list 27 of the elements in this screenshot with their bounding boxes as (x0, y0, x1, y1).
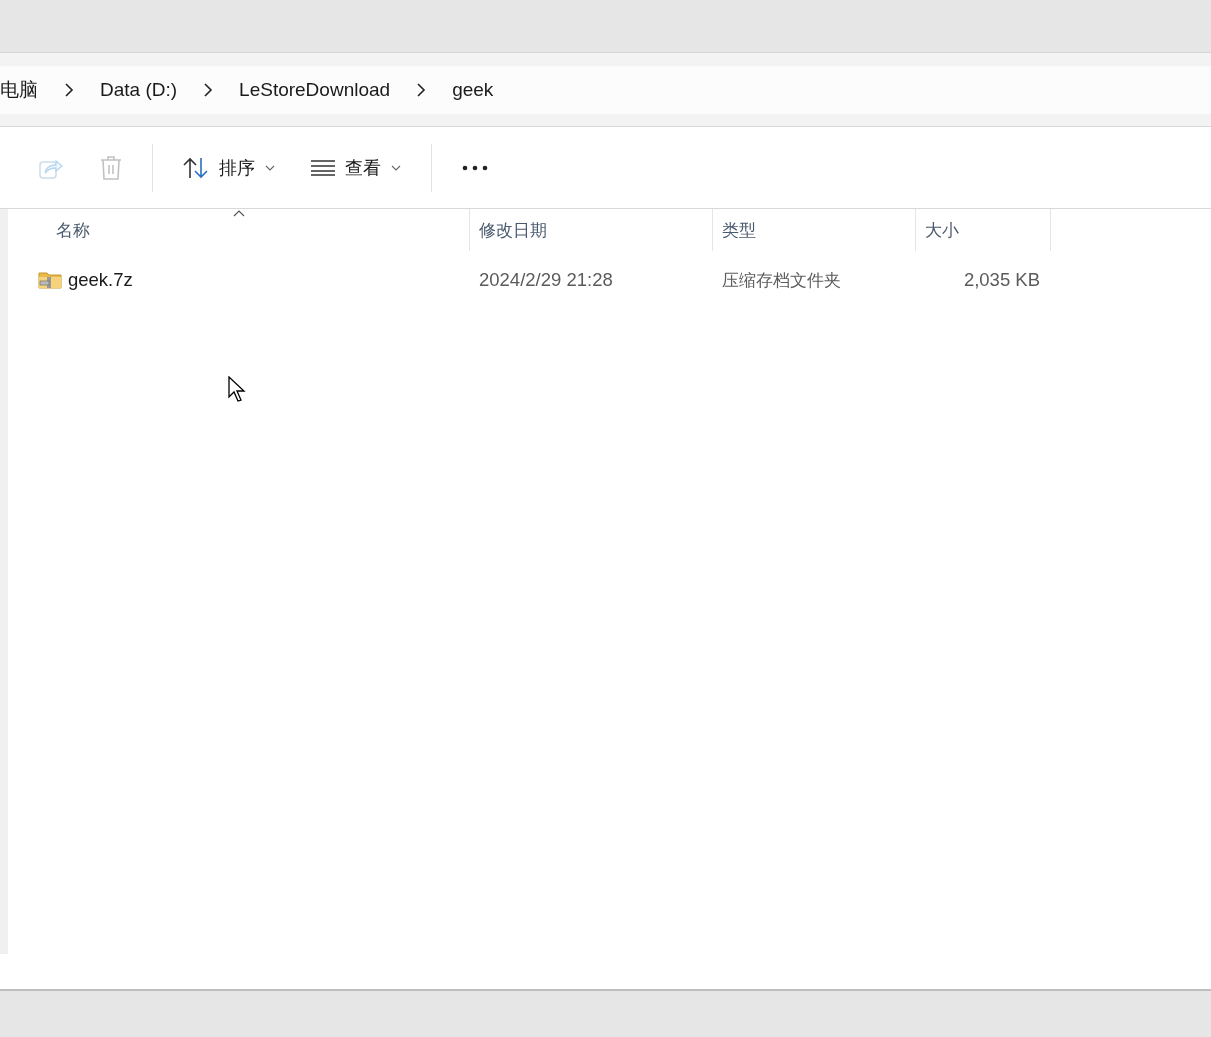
file-row[interactable]: geek.7z 2024/2/29 21:28 压缩存档文件夹 2,035 KB (8, 259, 1211, 301)
caret-icon (391, 164, 401, 171)
breadcrumb-item[interactable]: LeStoreDownload (239, 79, 391, 101)
caret-icon (265, 164, 275, 171)
chevron-right-icon[interactable] (64, 83, 74, 97)
file-type: 压缩存档文件夹 (721, 268, 842, 292)
column-header[interactable]: 名称 (8, 209, 470, 251)
column-header[interactable]: 类型 (713, 209, 916, 251)
sort-caret-icon (232, 209, 245, 217)
view-button[interactable]: 查看 (293, 143, 419, 192)
file-size: 2,035 KB (962, 269, 1041, 291)
breadcrumb-item[interactable]: 电脑 (0, 77, 38, 103)
modified-date: 2024/2/29 21:28 (478, 269, 614, 291)
chevron-right-icon[interactable] (203, 83, 214, 97)
sort-button[interactable]: 排序 (165, 143, 293, 192)
list-lines-icon (311, 159, 335, 176)
sort-arrows-icon (183, 156, 209, 179)
more-icon (462, 164, 488, 171)
trash-icon (100, 154, 122, 181)
column-header[interactable]: 修改日期 (470, 209, 713, 251)
file-name: geek.7z (68, 269, 133, 291)
breadcrumb-item[interactable]: Data (D:) (100, 79, 178, 101)
chevron-right-icon[interactable] (416, 83, 427, 97)
mouse-pointer-icon (228, 376, 248, 404)
breadcrumb-item[interactable]: geek (452, 79, 494, 101)
column-header[interactable]: 大小 (916, 209, 1051, 251)
zip-folder-icon (38, 271, 62, 289)
